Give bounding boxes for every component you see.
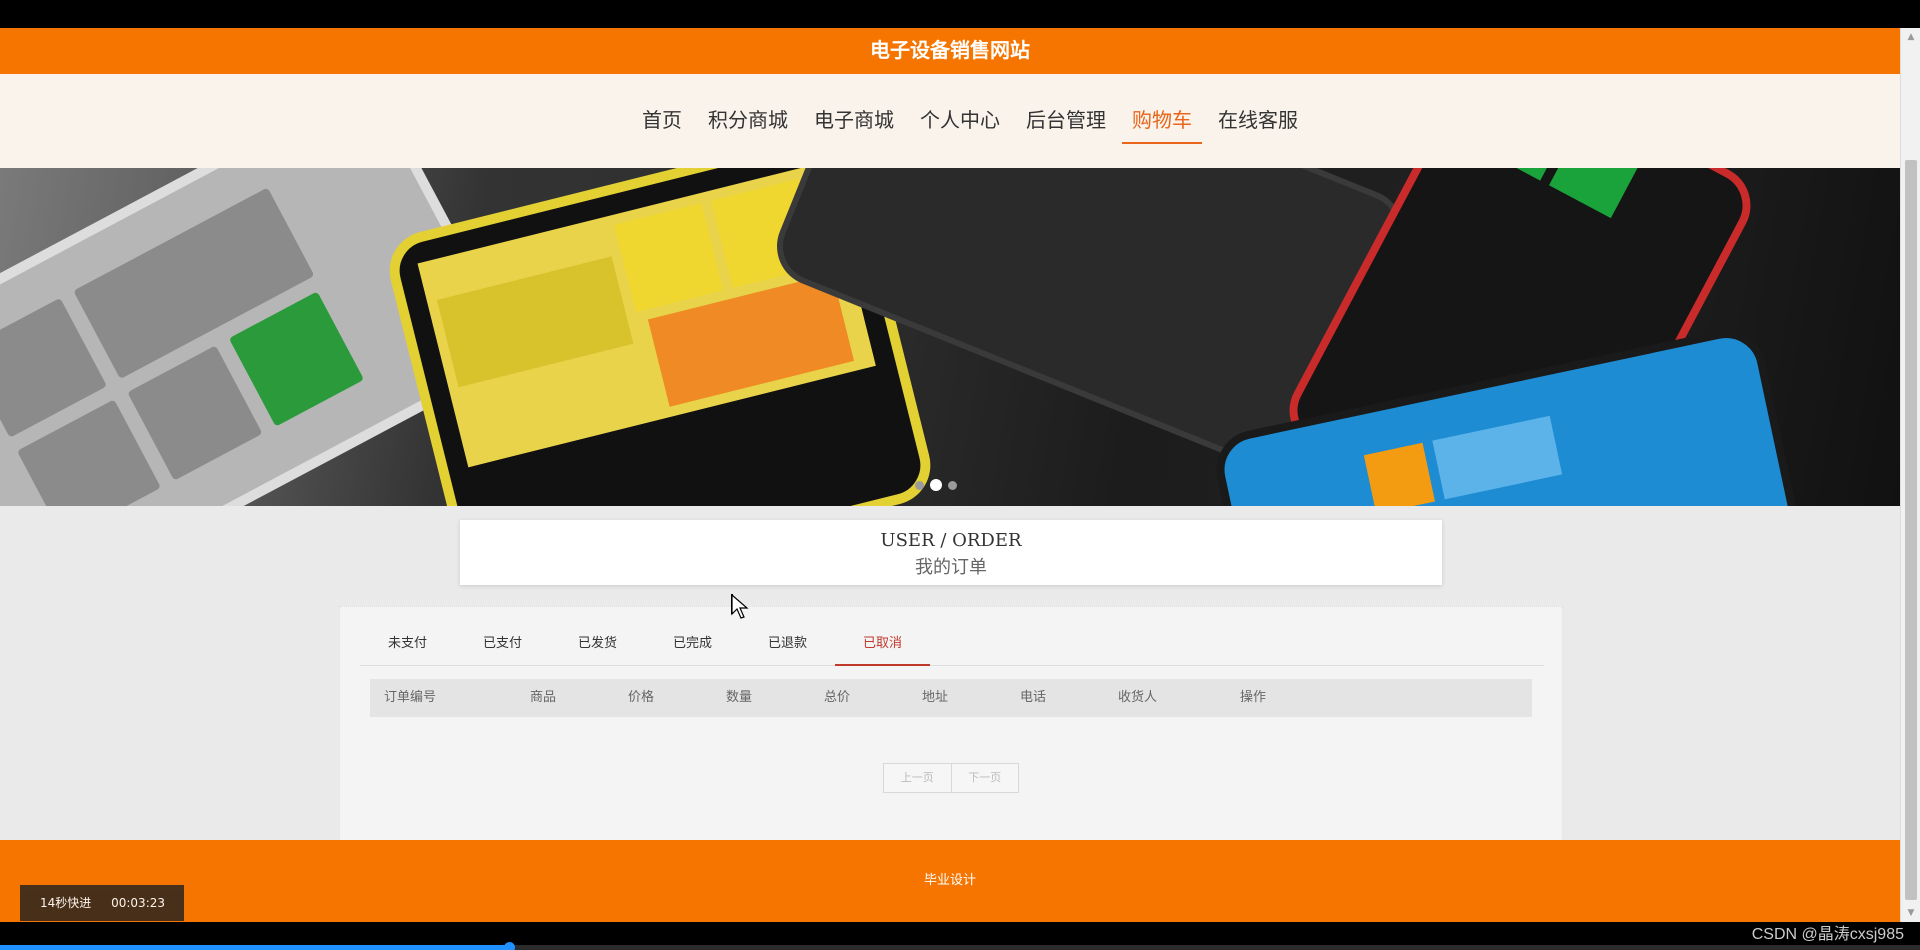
- site-title: 电子设备销售网站: [0, 28, 1900, 74]
- top-black-bar: [0, 0, 1920, 28]
- carousel-dot[interactable]: [948, 480, 957, 490]
- playback-time: 00:03:23: [111, 896, 166, 910]
- progress-knob[interactable]: [503, 942, 515, 950]
- browser-viewport: 电子设备销售网站 首页积分商城电子商城个人中心后台管理购物车在线客服: [0, 28, 1900, 922]
- banner-carousel[interactable]: [0, 168, 1900, 506]
- next-page-button[interactable]: 下一页: [950, 764, 1019, 792]
- pagination: 上一页 下一页: [883, 763, 1019, 793]
- scroll-up-icon[interactable]: ▲: [1901, 28, 1920, 46]
- carousel-dots: [915, 479, 957, 491]
- section-heading: USER / ORDER 我的订单: [460, 520, 1442, 585]
- nav-item[interactable]: 后台管理: [1016, 101, 1116, 141]
- video-progress[interactable]: [0, 942, 1920, 950]
- progress-fill: [0, 945, 509, 950]
- orders-panel: 未支付 已支付 已发货 已完成 已退款 已取消 订单编号 商品 价格 数量 总价 地址 电话 收货人 操作…: [339, 606, 1563, 850]
- order-tab[interactable]: 已退款: [740, 622, 835, 665]
- section-title-en: USER / ORDER: [880, 530, 1022, 551]
- nav-item[interactable]: 首页: [632, 101, 692, 141]
- nav-list: 首页 积分商城 电子商城 个人中心 后台管理 购物车 在线客服: [0, 74, 1900, 168]
- nav-item[interactable]: 个人中心: [910, 101, 1010, 141]
- order-tab[interactable]: 已支付: [455, 622, 550, 665]
- nav-item[interactable]: 购物车: [1122, 101, 1202, 144]
- nav-item[interactable]: 积分商城: [698, 101, 798, 141]
- table-header-cell: 商品: [530, 690, 557, 705]
- speed-label: 14秒快进: [40, 896, 92, 910]
- prev-page-button[interactable]: 上一页: [884, 764, 951, 792]
- playback-speed-badge: 14秒快进 00:03:23: [20, 885, 184, 921]
- order-tab[interactable]: 已取消: [835, 622, 930, 666]
- orders-table-header: 订单编号 商品 价格 数量 总价 地址 电话 收货人 操作: [370, 679, 1532, 717]
- carousel-dot[interactable]: [930, 479, 942, 491]
- order-status-tabs: 未支付 已支付 已发货 已完成 已退款 已取消: [360, 622, 1544, 666]
- watermark: CSDN @晶涛cxsj985: [1751, 926, 1904, 943]
- order-tab[interactable]: 已发货: [550, 622, 645, 665]
- section-title-cn: 我的订单: [915, 557, 987, 578]
- table-header-cell: 电话: [1020, 690, 1047, 705]
- table-header-cell: 价格: [628, 690, 655, 705]
- table-header-cell: 地址: [922, 690, 949, 705]
- table-header-cell: 总价: [824, 690, 851, 705]
- table-header-cell: 操作: [1240, 690, 1267, 705]
- order-tab[interactable]: 已完成: [645, 622, 740, 665]
- site-footer: 毕业设计: [0, 840, 1900, 922]
- nav-item[interactable]: 电子商城: [804, 101, 904, 141]
- page-scrollbar[interactable]: ▲ ▼: [1900, 28, 1920, 922]
- table-header-cell: 订单编号: [384, 690, 437, 705]
- main-nav: 首页 积分商城 电子商城 个人中心 后台管理 购物车 在线客服: [0, 74, 1900, 168]
- order-tab[interactable]: 未支付: [360, 622, 455, 665]
- scrollbar-thumb[interactable]: [1905, 160, 1917, 900]
- nav-item[interactable]: 在线客服: [1208, 101, 1308, 141]
- table-header-cell: 数量: [726, 690, 753, 705]
- carousel-dot[interactable]: [915, 480, 924, 490]
- table-header-cell: 收货人: [1118, 690, 1158, 705]
